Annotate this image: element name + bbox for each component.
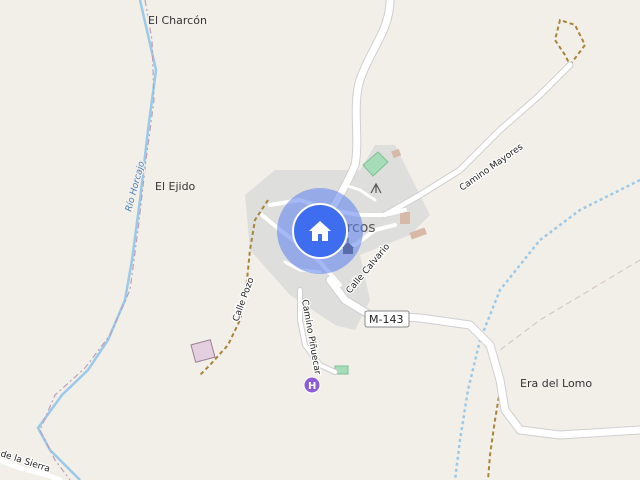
map-canvas[interactable]: El Charcón El Ejido Era del Lomo Arcos C… xyxy=(0,0,640,480)
home-location-marker[interactable] xyxy=(277,188,363,274)
label-el-ejido: El Ejido xyxy=(155,180,196,193)
hospital-label: H xyxy=(308,381,316,392)
label-el-charcon: El Charcón xyxy=(148,14,207,27)
road-shield-m143: M-143 xyxy=(364,310,410,328)
building xyxy=(400,212,410,224)
road-shield-label: M-143 xyxy=(369,313,403,326)
label-era-del-lomo: Era del Lomo xyxy=(520,377,592,390)
hospital-icon[interactable]: H xyxy=(303,376,321,394)
